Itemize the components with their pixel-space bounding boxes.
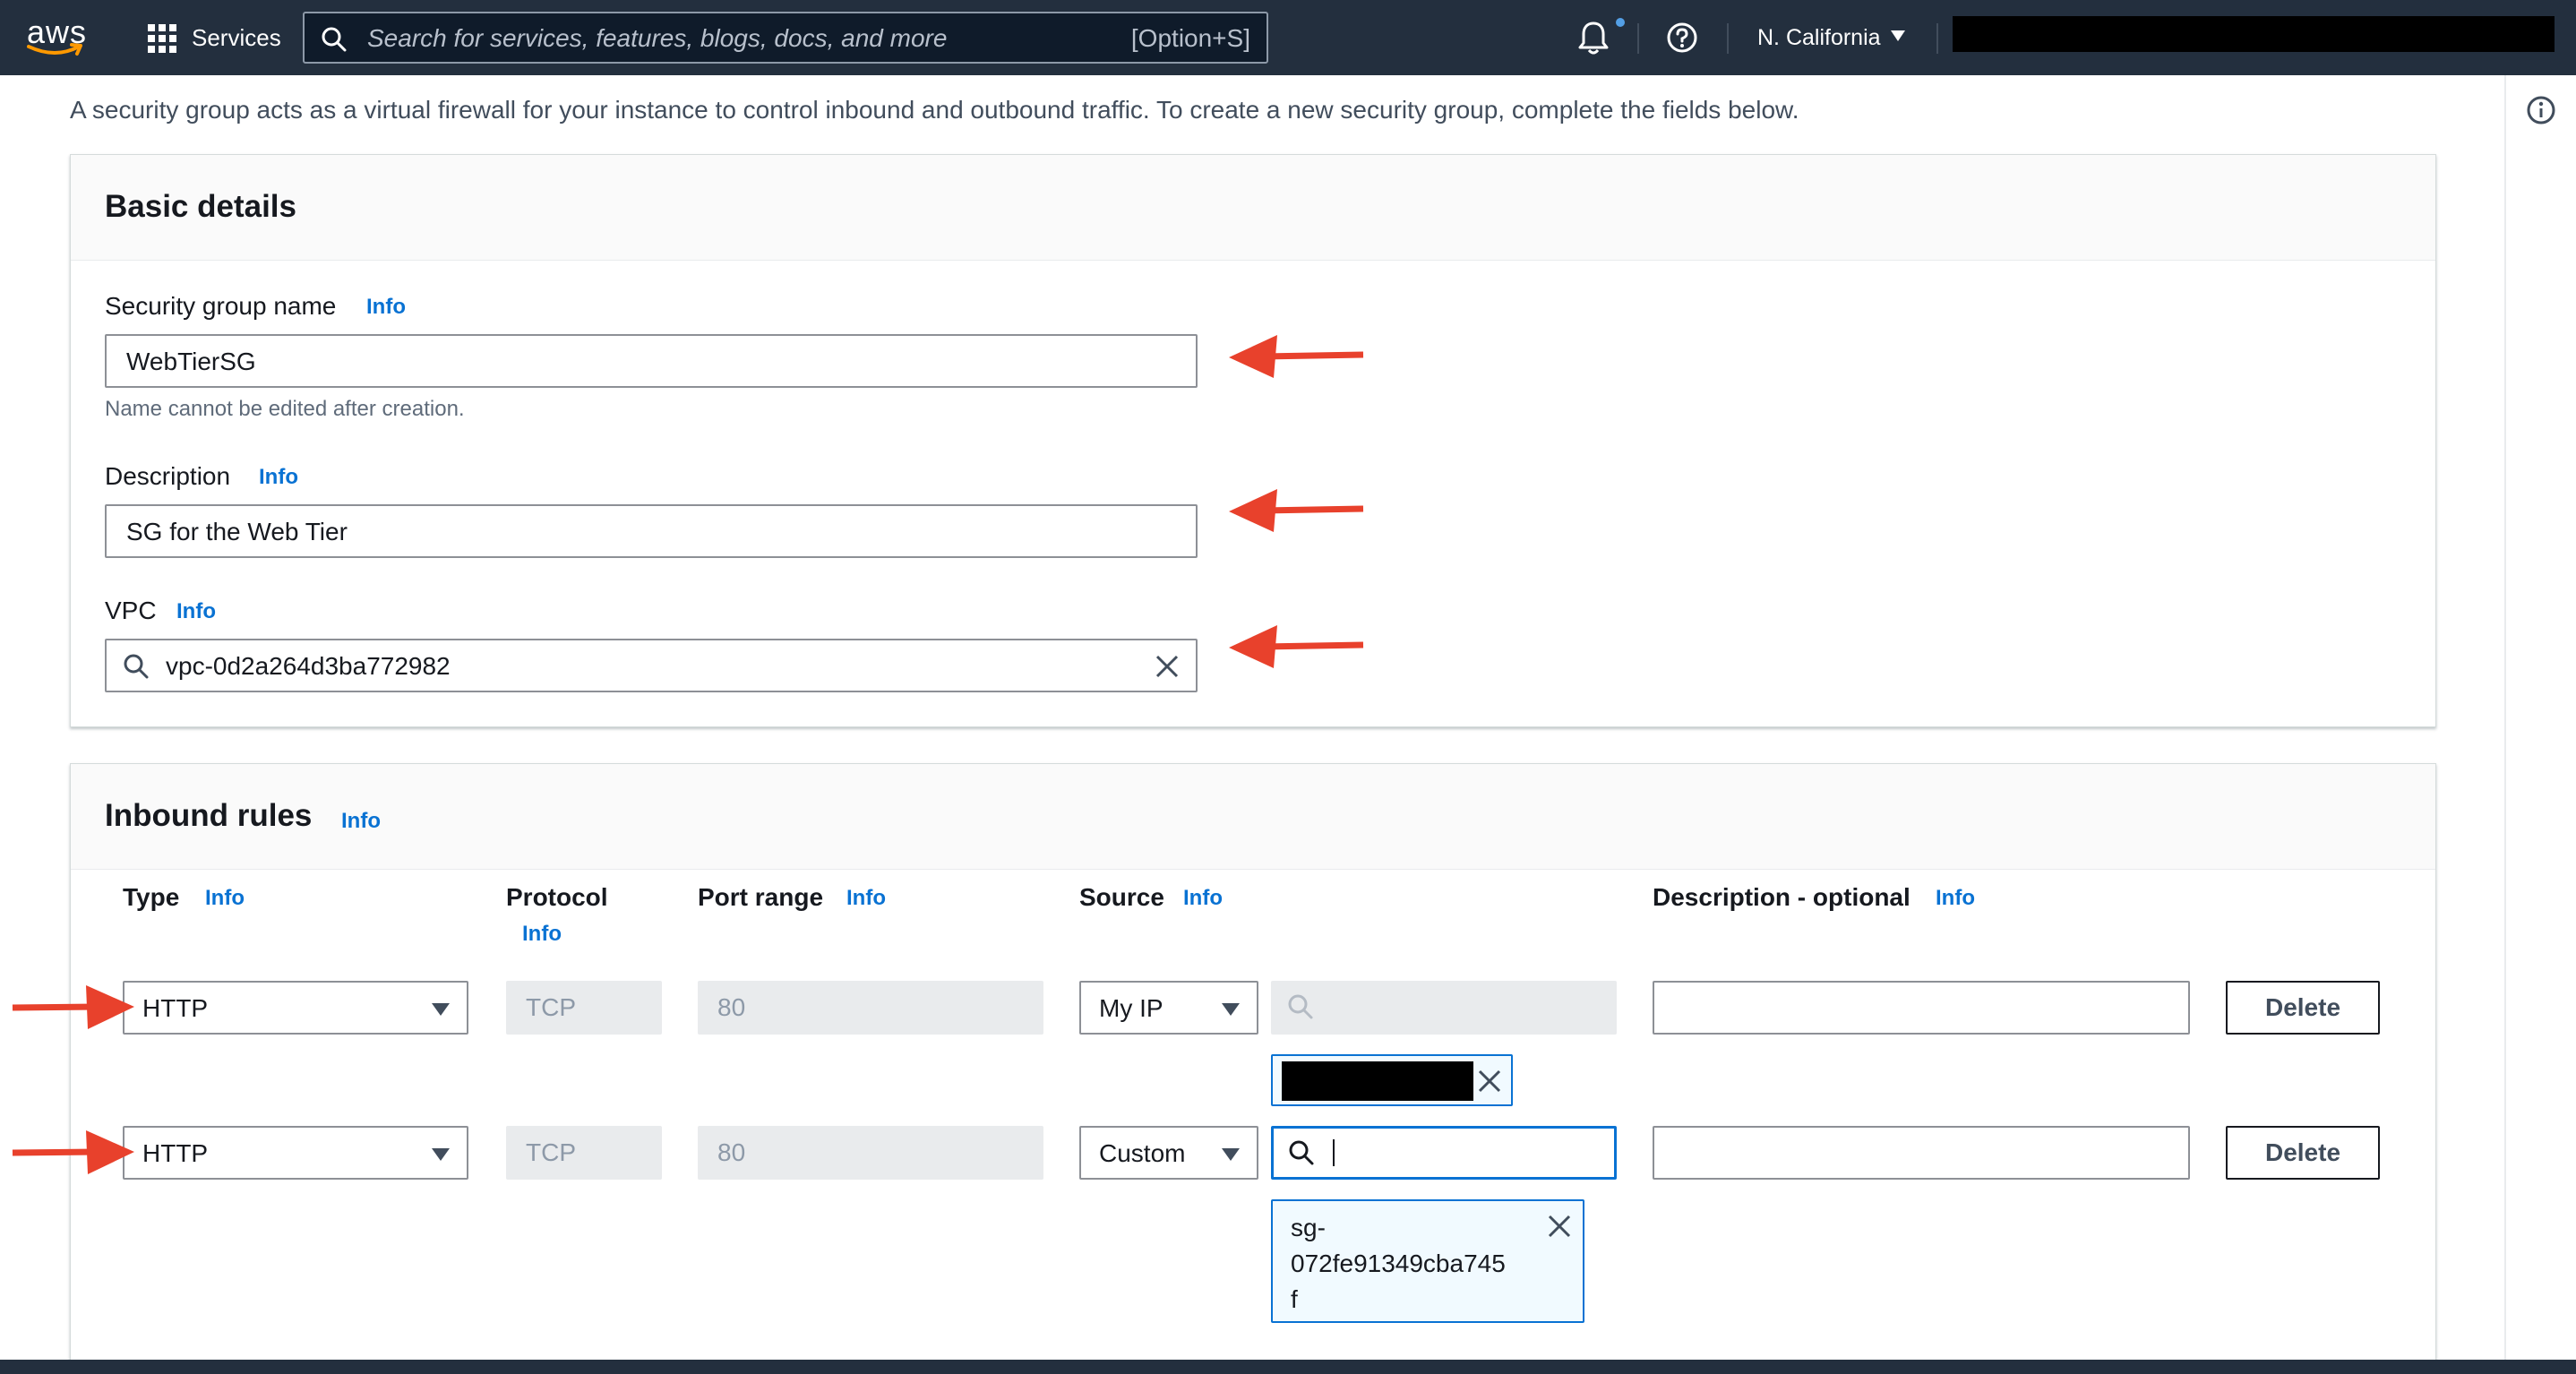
vpc-info-link[interactable]: Info xyxy=(176,599,216,624)
annotation-arrow xyxy=(1229,625,1364,668)
aws-smile-icon xyxy=(27,43,82,56)
column-header-description: Description - optional xyxy=(1653,883,1911,911)
security-group-name-value: WebTierSG xyxy=(126,348,256,375)
port-range-value: 80 xyxy=(717,1138,746,1166)
source-ip-token xyxy=(1271,1054,1513,1106)
port-range-info-link[interactable]: Info xyxy=(846,886,886,911)
security-group-token-text: sg- 072fe91349cba745 f xyxy=(1291,1210,1506,1318)
clear-icon[interactable] xyxy=(1155,654,1180,679)
region-selector[interactable]: N. California xyxy=(1757,23,1881,52)
services-menu-button[interactable]: Services xyxy=(192,23,281,52)
grid-icon[interactable] xyxy=(147,23,177,54)
caret-down-icon[interactable] xyxy=(1890,30,1906,42)
caret-down-icon xyxy=(1222,1003,1240,1016)
security-group-name-input[interactable]: WebTierSG xyxy=(105,334,1198,388)
security-group-name-info-link[interactable]: Info xyxy=(366,295,406,320)
delete-rule-button[interactable]: Delete xyxy=(2226,1126,2380,1180)
search-icon xyxy=(1288,994,1313,1019)
inbound-rules-title: Inbound rules xyxy=(105,798,313,833)
token-line: 072fe91349cba745 xyxy=(1291,1249,1506,1277)
inbound-rules-container: Inbound rules Info Type Info Protocol In… xyxy=(70,763,2436,1372)
nav-divider xyxy=(1637,23,1639,54)
column-header-protocol: Protocol xyxy=(506,883,608,911)
info-panel-icon[interactable] xyxy=(2526,95,2556,125)
type-info-link[interactable]: Info xyxy=(205,886,245,911)
aws-logo[interactable]: aws xyxy=(27,13,95,63)
security-group-name-label: Security group name xyxy=(105,292,337,320)
vpc-value: vpc-0d2a264d3ba772982 xyxy=(166,652,451,680)
search-icon xyxy=(322,27,347,52)
intro-text: A security group acts as a virtual firew… xyxy=(70,96,1799,124)
help-icon[interactable] xyxy=(1666,21,1698,54)
description-column-info-link[interactable]: Info xyxy=(1936,886,1975,911)
basic-details-title: Basic details xyxy=(105,189,296,224)
source-type-select[interactable]: Custom xyxy=(1079,1126,1258,1180)
source-type-select[interactable]: My IP xyxy=(1079,981,1258,1035)
source-cidr-input xyxy=(1271,981,1617,1035)
protocol-field: TCP xyxy=(506,981,662,1035)
remove-token-icon[interactable] xyxy=(1477,1069,1502,1094)
rule-description-input[interactable] xyxy=(1653,1126,2190,1180)
description-info-link[interactable]: Info xyxy=(259,465,298,490)
protocol-value: TCP xyxy=(526,993,576,1021)
top-navigation: aws Services Search for services, featur… xyxy=(0,0,2576,75)
column-header-port-range: Port range xyxy=(698,883,824,911)
rule-type-select[interactable]: HTTP xyxy=(123,1126,468,1180)
source-type-value: Custom xyxy=(1099,1139,1186,1167)
rule-type-select[interactable]: HTTP xyxy=(123,981,468,1035)
caret-down-icon xyxy=(432,1003,450,1016)
annotation-arrow xyxy=(1229,489,1364,532)
inbound-rules-info-link[interactable]: Info xyxy=(341,809,381,834)
port-range-field: 80 xyxy=(698,981,1043,1035)
bell-icon[interactable] xyxy=(1576,20,1610,56)
help-panel-rail xyxy=(2504,75,2576,1360)
token-line: sg- xyxy=(1291,1214,1326,1241)
annotation-arrow xyxy=(12,985,134,1029)
vpc-label: VPC xyxy=(105,597,157,624)
caret-down-icon xyxy=(432,1148,450,1161)
rule-type-value: HTTP xyxy=(142,994,209,1022)
description-label: Description xyxy=(105,462,231,490)
redacted-ip-address xyxy=(1282,1061,1473,1101)
source-search-input[interactable] xyxy=(1271,1126,1617,1180)
caret-down-icon xyxy=(1222,1148,1240,1161)
inbound-rules-header: Inbound rules Info xyxy=(71,764,2435,870)
notification-dot xyxy=(1616,18,1625,27)
security-group-name-hint: Name cannot be edited after creation. xyxy=(105,397,465,421)
delete-rule-button[interactable]: Delete xyxy=(2226,981,2380,1035)
security-group-token: sg- 072fe91349cba745 f xyxy=(1271,1199,1584,1323)
basic-details-header: Basic details xyxy=(71,155,2435,261)
token-line: f xyxy=(1291,1285,1298,1313)
search-shortcut-hint: [Option+S] xyxy=(1130,24,1250,52)
rule-description-input[interactable] xyxy=(1653,981,2190,1035)
search-placeholder: Search for services, features, blogs, do… xyxy=(367,24,948,52)
account-menu-redacted[interactable] xyxy=(1953,16,2555,52)
text-cursor xyxy=(1333,1139,1335,1166)
vpc-select-input[interactable]: vpc-0d2a264d3ba772982 xyxy=(105,639,1198,692)
protocol-field: TCP xyxy=(506,1126,662,1180)
column-header-type: Type xyxy=(123,883,180,911)
source-type-value: My IP xyxy=(1099,994,1163,1022)
column-header-source: Source xyxy=(1079,883,1164,911)
footer-strip xyxy=(0,1360,2576,1374)
search-icon xyxy=(1289,1140,1314,1165)
global-search-input[interactable]: Search for services, features, blogs, do… xyxy=(303,12,1268,64)
port-range-field: 80 xyxy=(698,1126,1043,1180)
rule-type-value: HTTP xyxy=(142,1139,209,1167)
annotation-arrow xyxy=(12,1130,134,1174)
protocol-info-link[interactable]: Info xyxy=(522,922,562,947)
description-value: SG for the Web Tier xyxy=(126,518,348,545)
source-info-link[interactable]: Info xyxy=(1183,886,1223,911)
nav-divider xyxy=(1936,23,1938,54)
protocol-value: TCP xyxy=(526,1138,576,1166)
remove-token-icon[interactable] xyxy=(1547,1214,1572,1239)
nav-divider xyxy=(1727,23,1729,54)
annotation-arrow xyxy=(1229,335,1364,378)
description-input[interactable]: SG for the Web Tier xyxy=(105,504,1198,558)
port-range-value: 80 xyxy=(717,993,746,1021)
search-icon xyxy=(124,654,149,679)
